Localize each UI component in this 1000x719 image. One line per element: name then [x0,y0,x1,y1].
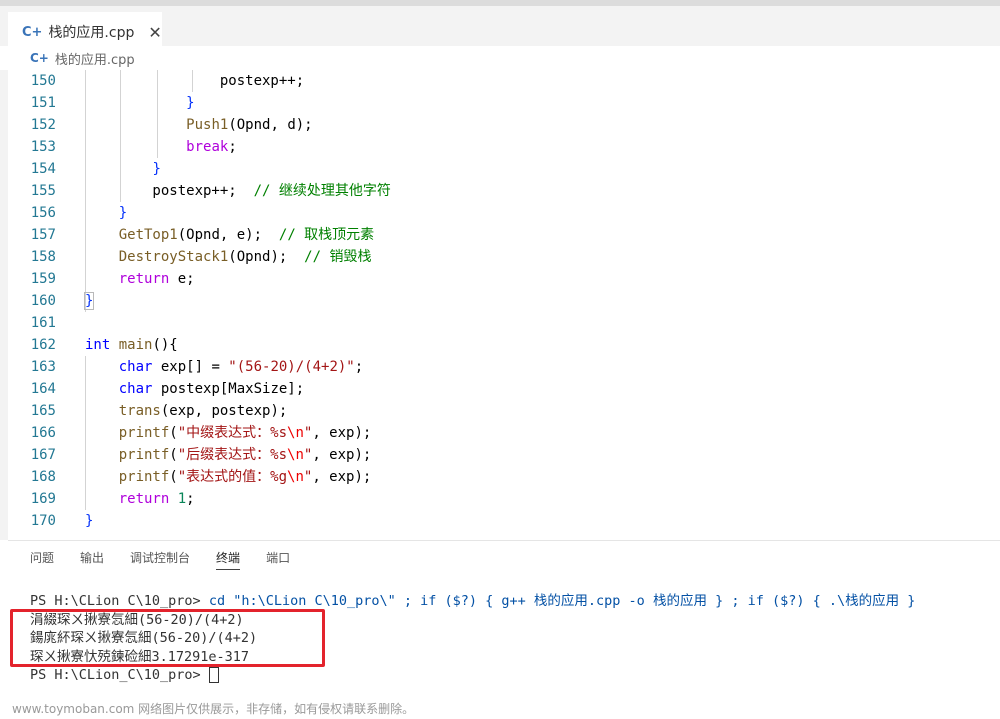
code-line[interactable]: 150 postexp++; [8,70,1000,92]
line-number: 164 [30,381,56,397]
line-number: 158 [30,249,56,265]
panel-tab[interactable]: 调试控制台 [130,547,190,573]
code-line[interactable]: 158 DestroyStack1(Opnd); // 销毁栈 [8,246,1000,268]
terminal-prompt: PS H:\CLion_C\10_pro> [30,667,209,683]
line-number: 168 [30,469,56,485]
code-text: printf("中缀表达式：%s\n", exp); [118,425,372,441]
code-text: GetTop1(Opnd, e); // 取栈顶元素 [118,227,375,243]
code-line[interactable]: 165 trans(exp, postexp); [8,400,1000,422]
code-line[interactable]: 154 } [8,158,1000,180]
panel-tab[interactable]: 问题 [30,547,54,573]
line-number: 155 [30,183,56,199]
code-text: DestroyStack1(Opnd); // 销毁栈 [118,249,372,265]
line-number: 153 [30,139,56,155]
cpp-file-icon: C+ [22,24,43,40]
code-line[interactable]: 156 } [8,202,1000,224]
line-number: 167 [30,447,56,463]
code-text: } [85,513,94,529]
line-number: 152 [30,117,56,133]
terminal-prompt-line: PS H:\CLion_C\10_pro> [30,666,1000,685]
code-line[interactable]: 153 break; [8,136,1000,158]
code-editor[interactable]: 150 postexp++; 151 } 152 Push1(Opnd, d); 15… [8,70,1000,530]
watermark: www.toymoban.com 网络图片仅供展示，非存储，如有侵权请联系删除。 [12,702,415,716]
code-line[interactable]: 155 postexp++; // 继续处理其他字符 [8,180,1000,202]
code-line[interactable]: 163 char exp[] = "(56-20)/(4+2)"; [8,356,1000,378]
code-line[interactable]: 151 } [8,92,1000,114]
line-number: 163 [30,359,56,375]
line-number: 156 [30,205,56,221]
cpp-file-icon: C+ [30,51,49,65]
line-number: 166 [30,425,56,441]
code-line[interactable]: 160} [8,290,1000,312]
line-number: 170 [30,513,56,529]
line-number: 150 [30,73,56,89]
code-text: char postexp[MaxSize]; [118,381,305,397]
code-text: Push1(Opnd, d); [186,117,313,133]
close-icon[interactable]: ✕ [148,23,161,42]
code-line[interactable]: 164 char postexp[MaxSize]; [8,378,1000,400]
code-text: break; [186,139,237,155]
highlight-box [10,609,325,667]
line-number: 160 [30,293,56,309]
code-line[interactable]: 166 printf("中缀表达式：%s\n", exp); [8,422,1000,444]
code-line[interactable]: 161 [8,312,1000,334]
code-text: } [83,292,95,310]
panel-tab[interactable]: 输出 [80,547,104,573]
code-text: char exp[] = "(56-20)/(4+2)"; [118,359,364,375]
code-line[interactable]: 168 printf("表达式的值：%g\n", exp); [8,466,1000,488]
line-number: 169 [30,491,56,507]
code-line[interactable]: 159 return e; [8,268,1000,290]
code-line[interactable]: 169 return 1; [8,488,1000,510]
code-line[interactable]: 167 printf("后缀表达式：%s\n", exp); [8,444,1000,466]
panel-tab[interactable]: 终端 [216,547,241,570]
code-line[interactable]: 157 GetTop1(Opnd, e); // 取栈顶元素 [8,224,1000,246]
code-text: int main(){ [85,337,178,353]
code-text: return e; [118,271,195,287]
code-line[interactable]: 162 int main(){ [8,334,1000,356]
code-text: return 1; [118,491,195,507]
panel-tab[interactable]: 端口 [266,547,290,573]
tab-title: 栈的应用.cpp [48,25,135,41]
editor-tab-bar: C+ 栈的应用.cpp ✕ [0,6,1000,52]
line-number: 162 [30,337,56,353]
activity-strip [0,70,8,540]
line-number: 161 [30,315,56,331]
code-text: printf("后缀表达式：%s\n", exp); [118,447,372,463]
line-number: 165 [30,403,56,419]
code-text: postexp++; [219,73,305,89]
code-text: } [152,161,161,177]
code-text: postexp++; // 继续处理其他字符 [85,183,391,199]
breadcrumb: C+ 栈的应用.cpp [0,46,1000,70]
code-text: trans(exp, postexp); [118,403,288,419]
line-number: 151 [30,95,56,111]
breadcrumb-file[interactable]: 栈的应用.cpp [55,49,135,68]
terminal-command-line: PS H:\CLion C\10_pro> cd "h:\CLion C\10_… [30,592,1000,611]
code-line[interactable]: 152 Push1(Opnd, d); [8,114,1000,136]
line-number: 159 [30,271,56,287]
line-number: 154 [30,161,56,177]
terminal-command: cd "h:\CLion C\10_pro\" ; if ($?) { g++ … [208,593,916,609]
line-number: 157 [30,227,56,243]
code-line[interactable]: 170} [8,510,1000,532]
terminal-prompt: PS H:\CLion C\10_pro> [30,593,209,609]
code-text: } [186,95,195,111]
terminal-cursor [208,667,219,683]
code-text: } [118,205,128,221]
panel-tabs: 问题 输出 调试控制台 终端 端口 [30,547,290,573]
code-text: printf("表达式的值：%g\n", exp); [118,469,372,485]
